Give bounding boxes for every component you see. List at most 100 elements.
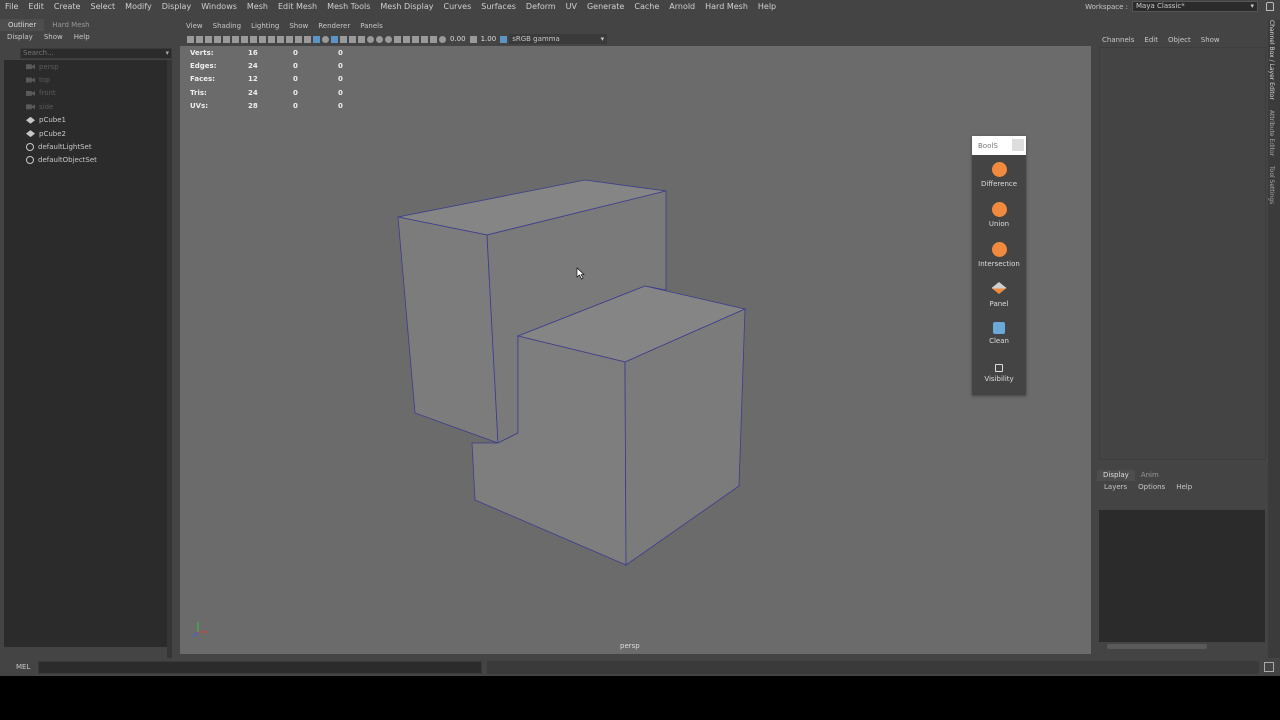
viewport-menu-panels[interactable]: Panels [354, 20, 387, 32]
command-input[interactable] [38, 660, 482, 674]
menu-generate[interactable]: Generate [582, 0, 629, 13]
viewport-menu-shading[interactable]: Shading [207, 20, 245, 32]
outliner-item-side[interactable]: side [4, 100, 168, 113]
viewport-menu-renderer[interactable]: Renderer [312, 20, 354, 32]
outliner-search-input[interactable]: Search... ▾ [20, 48, 172, 59]
intersection-button[interactable]: Intersection [972, 235, 1026, 275]
side-tab-attribute-editor[interactable]: Attribute Editor [1268, 110, 1275, 156]
color-management-icon[interactable] [500, 35, 508, 43]
menu-uv[interactable]: UV [561, 0, 582, 13]
menu-edit-mesh[interactable]: Edit Mesh [273, 0, 322, 13]
textured-icon[interactable] [340, 35, 347, 43]
field-chart-icon[interactable] [277, 35, 284, 43]
channel-menu-edit[interactable]: Edit [1139, 36, 1163, 44]
xray-icon[interactable] [412, 35, 419, 43]
bookmark-icon[interactable] [205, 35, 212, 43]
command-language-label[interactable]: MEL [0, 663, 38, 671]
exposure-field[interactable]: 0.00 [448, 35, 468, 43]
menu-edit[interactable]: Edit [23, 0, 49, 13]
layer-menu-help[interactable]: Help [1169, 482, 1196, 493]
menu-mesh-tools[interactable]: Mesh Tools [322, 0, 375, 13]
bools-panel-header[interactable]: BoolS [972, 136, 1026, 155]
outliner-menu-help[interactable]: Help [67, 31, 94, 43]
outliner-item-pcube2[interactable]: pCube2 [4, 127, 168, 140]
union-button[interactable]: Union [972, 195, 1026, 235]
outliner-item-persp[interactable]: persp [4, 60, 168, 73]
tab-display[interactable]: Display [1097, 470, 1135, 481]
viewport-menu-view[interactable]: View [180, 20, 207, 32]
tab-outliner[interactable]: Outliner [0, 19, 45, 31]
channel-menu-channels[interactable]: Channels [1097, 36, 1139, 44]
clean-button[interactable]: Clean [972, 315, 1026, 355]
film-gate-icon[interactable] [250, 35, 257, 43]
color-space-dropdown[interactable]: sRGB gamma ▾ [509, 34, 608, 44]
viewport-menu-lighting[interactable]: Lighting [245, 20, 283, 32]
outliner-item-defaultobjectset[interactable]: defaultObjectSet [4, 154, 168, 167]
exposure-icon[interactable] [439, 35, 446, 43]
gamma-icon[interactable] [469, 35, 477, 43]
side-tab-tool-settings[interactable]: Tool Settings [1268, 166, 1275, 204]
menu-mesh-display[interactable]: Mesh Display [375, 0, 438, 13]
lights-icon[interactable] [349, 35, 356, 43]
menu-cache[interactable]: Cache [629, 0, 664, 13]
outliner-item-front[interactable]: front [4, 87, 168, 100]
menu-arnold[interactable]: Arnold [664, 0, 700, 13]
xray-components-icon[interactable] [430, 35, 437, 43]
viewport-persp[interactable]: View Shading Lighting Show Renderer Pane… [180, 20, 1091, 654]
outliner-item-top[interactable]: top [4, 73, 168, 86]
layer-horizontal-scrollbar[interactable] [1107, 644, 1207, 649]
menu-hard-mesh[interactable]: Hard Mesh [700, 0, 753, 13]
tab-anim[interactable]: Anim [1135, 470, 1165, 481]
camera-attributes-icon[interactable] [196, 35, 203, 43]
motion-blur-icon[interactable] [376, 35, 383, 43]
outliner-item-pcube1[interactable]: pCube1 [4, 114, 168, 127]
outliner-menu-display[interactable]: Display [0, 31, 37, 43]
menu-surfaces[interactable]: Surfaces [476, 0, 521, 13]
layer-menu-layers[interactable]: Layers [1097, 482, 1131, 493]
menu-deform[interactable]: Deform [521, 0, 561, 13]
menu-select[interactable]: Select [85, 0, 120, 13]
channel-menu-show[interactable]: Show [1196, 36, 1225, 44]
menu-file[interactable]: File [0, 0, 23, 13]
menu-modify[interactable]: Modify [120, 0, 157, 13]
outliner-menu-show[interactable]: Show [37, 31, 67, 43]
menu-display[interactable]: Display [157, 0, 197, 13]
layer-menu-options[interactable]: Options [1131, 482, 1169, 493]
difference-button[interactable]: Difference [972, 155, 1026, 195]
isolate-select-icon[interactable] [403, 35, 410, 43]
default-material-icon[interactable] [322, 35, 329, 43]
resolution-gate-icon[interactable] [259, 35, 266, 43]
menu-curves[interactable]: Curves [438, 0, 476, 13]
script-editor-icon[interactable] [1264, 662, 1274, 672]
wireframe-icon[interactable] [304, 35, 311, 43]
safe-action-icon[interactable] [286, 35, 293, 43]
panel-button[interactable]: Panel [972, 275, 1026, 315]
ambient-occlusion-icon[interactable] [367, 35, 374, 43]
gamma-field[interactable]: 1.00 [479, 35, 499, 43]
tab-hard-mesh[interactable]: Hard Mesh [44, 19, 97, 31]
safe-title-icon[interactable] [295, 35, 302, 43]
gate-mask-icon[interactable] [268, 35, 275, 43]
lock-icon[interactable] [1266, 2, 1274, 11]
grease-pencil-icon[interactable] [232, 35, 239, 43]
outliner-vertical-scrollbar[interactable] [167, 60, 172, 660]
select-camera-icon[interactable] [187, 35, 194, 43]
wireframe-on-shaded-icon[interactable] [331, 35, 338, 43]
outliner-item-defaultlightset[interactable]: defaultLightSet [4, 140, 168, 153]
side-tab-channel-box[interactable]: Channel Box / Layer Editor [1268, 20, 1275, 100]
visibility-button[interactable]: Visibility [972, 355, 1026, 395]
menu-windows[interactable]: Windows [196, 0, 242, 13]
xray-joints-icon[interactable] [421, 35, 428, 43]
workspace-dropdown[interactable]: Maya Classic* ▾ [1132, 1, 1258, 12]
image-plane-icon[interactable] [214, 35, 221, 43]
menu-mesh[interactable]: Mesh [242, 0, 273, 13]
chevron-down-icon[interactable]: ▾ [165, 49, 169, 58]
menu-help[interactable]: Help [753, 0, 781, 13]
channel-menu-object[interactable]: Object [1163, 36, 1196, 44]
viewport-menu-show[interactable]: Show [283, 20, 312, 32]
depth-of-field-icon[interactable] [394, 35, 401, 43]
grid-icon[interactable] [241, 35, 248, 43]
antialiasing-icon[interactable] [385, 35, 392, 43]
shadows-icon[interactable] [358, 35, 365, 43]
close-icon[interactable] [1012, 139, 1024, 151]
